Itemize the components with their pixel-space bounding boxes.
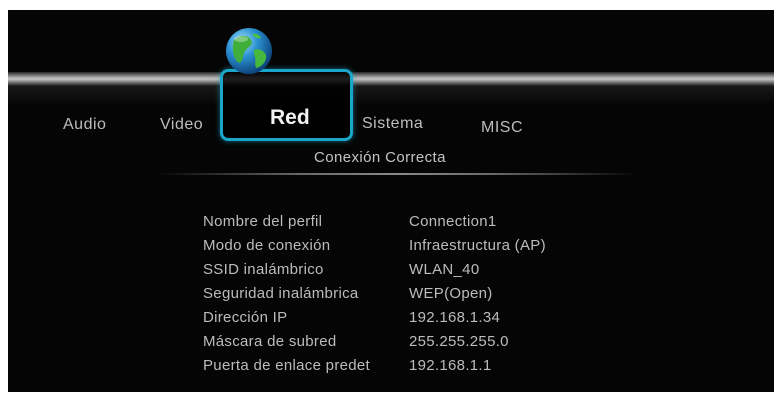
info-value: 192.168.1.34	[409, 309, 501, 326]
divider	[158, 173, 638, 175]
info-row-connection-mode: Modo de conexión Infraestructura (AP)	[203, 237, 623, 261]
menu-band	[8, 72, 774, 86]
menu-band-shadow	[8, 86, 774, 106]
tab-misc[interactable]: MISC	[481, 119, 523, 137]
info-value: WEP(Open)	[409, 285, 493, 302]
info-row-profile-name: Nombre del perfil Connection1	[203, 213, 623, 237]
tv-screen: Audio Video Red Sistema MISC Conexión Co…	[8, 10, 774, 392]
info-value: WLAN_40	[409, 261, 480, 278]
info-label: Puerta de enlace predet	[203, 357, 371, 374]
info-label: Máscara de subred	[203, 333, 337, 350]
tab-video[interactable]: Video	[160, 116, 203, 134]
tab-sistema[interactable]: Sistema	[362, 115, 423, 133]
info-label: SSID inalámbrico	[203, 261, 324, 278]
info-value: Connection1	[409, 213, 497, 230]
tab-red-selected[interactable]	[220, 69, 353, 141]
globe-icon	[226, 28, 272, 74]
info-value: Infraestructura (AP)	[409, 237, 546, 254]
info-label: Dirección IP	[203, 309, 288, 326]
tab-red-label: Red	[270, 106, 310, 129]
info-row-ssid: SSID inalámbrico WLAN_40	[203, 261, 623, 285]
info-row-security: Seguridad inalámbrica WEP(Open)	[203, 285, 623, 309]
info-row-subnet-mask: Máscara de subred 255.255.255.0	[203, 333, 623, 357]
info-row-gateway: Puerta de enlace predet 192.168.1.1	[203, 357, 623, 381]
info-label: Seguridad inalámbrica	[203, 285, 359, 302]
connection-status: Conexión Correcta	[314, 149, 446, 166]
info-label: Nombre del perfil	[203, 213, 323, 230]
info-label: Modo de conexión	[203, 237, 331, 254]
network-info-list: Nombre del perfil Connection1 Modo de co…	[203, 213, 623, 381]
info-row-ip-address: Dirección IP 192.168.1.34	[203, 309, 623, 333]
info-value: 255.255.255.0	[409, 333, 509, 350]
tab-audio[interactable]: Audio	[63, 116, 106, 134]
info-value: 192.168.1.1	[409, 357, 492, 374]
